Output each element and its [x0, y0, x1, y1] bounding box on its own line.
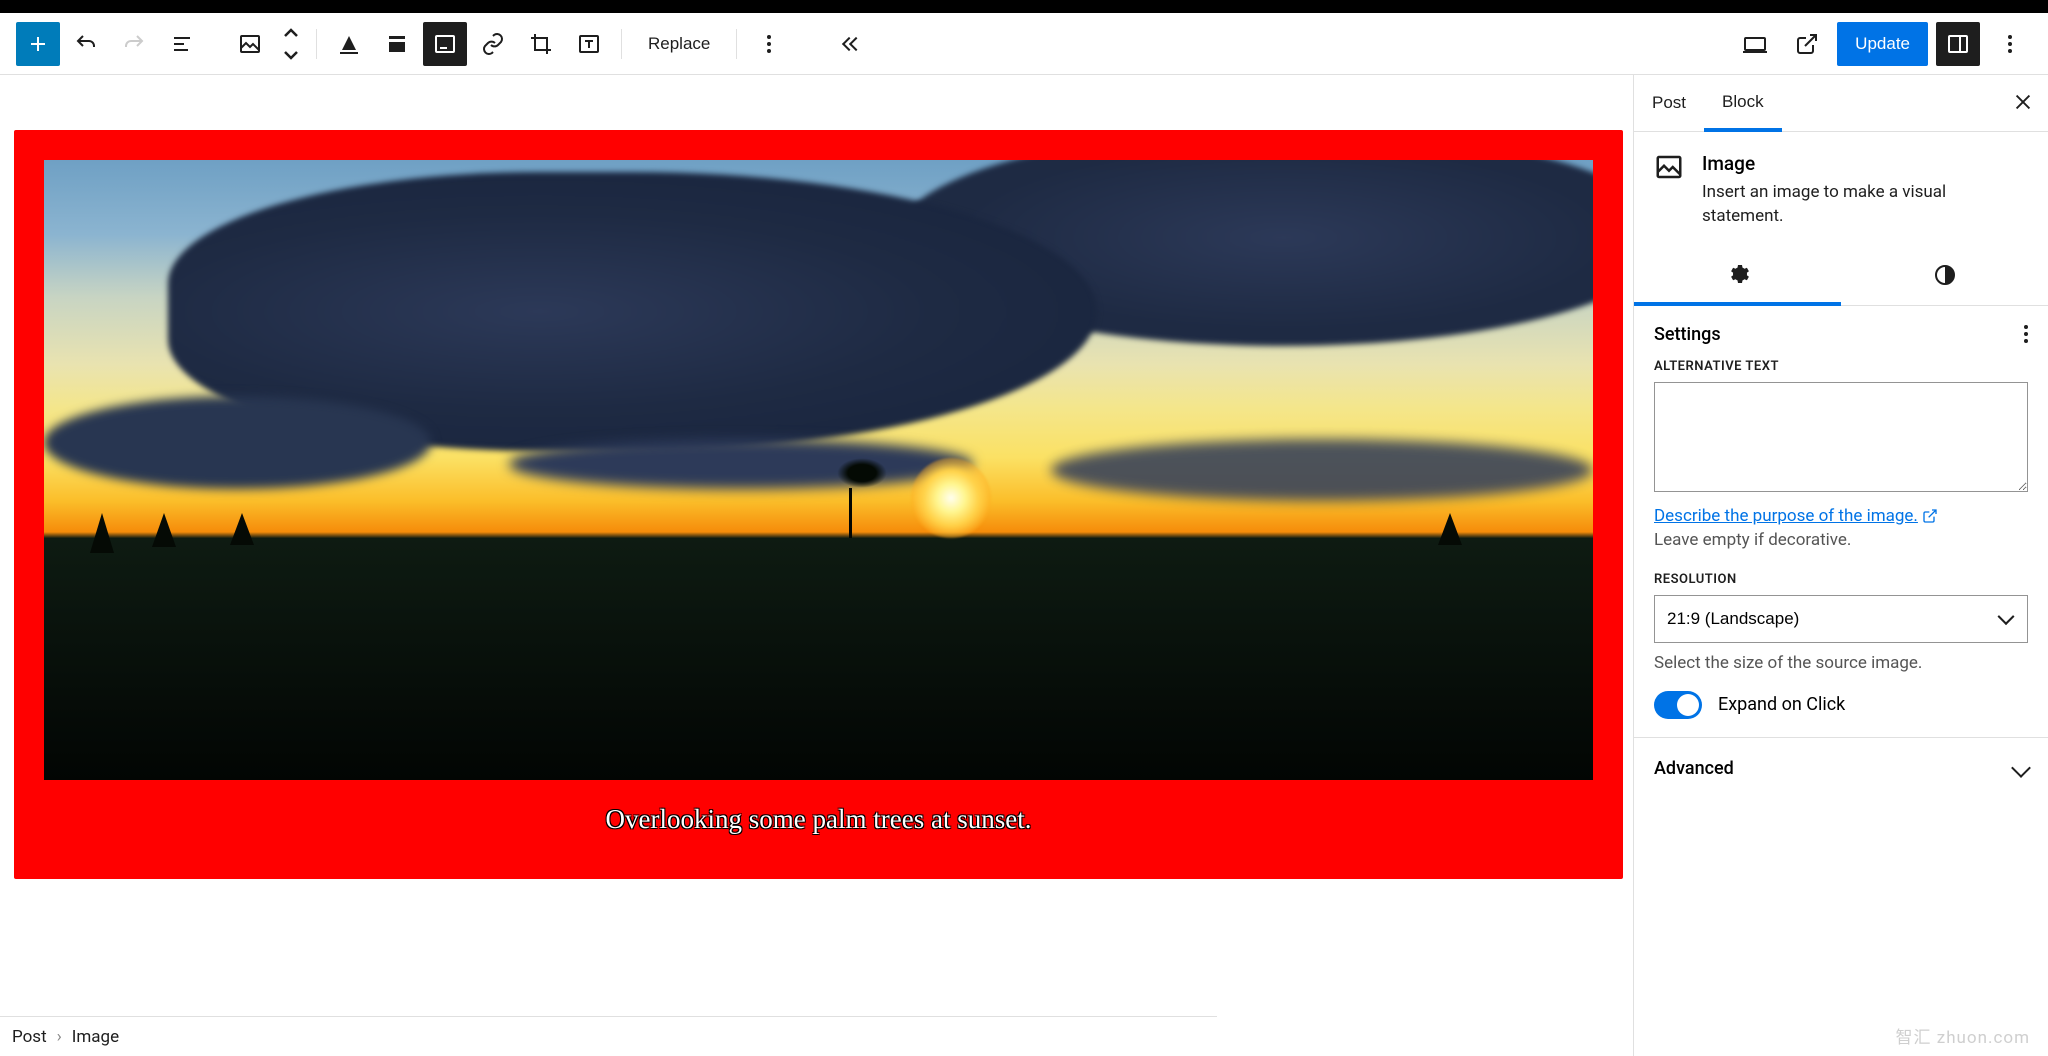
editor-canvas: Overlooking some palm trees at sunset. P… — [0, 75, 1633, 1056]
collapse-toolbar-button[interactable] — [829, 22, 873, 66]
chevron-down-icon — [2011, 758, 2031, 778]
redo-button[interactable] — [112, 22, 156, 66]
settings-heading: Settings — [1654, 324, 1721, 345]
breadcrumb-root[interactable]: Post — [12, 1027, 47, 1047]
breadcrumb-separator-icon: › — [57, 1027, 62, 1047]
close-sidebar-button[interactable] — [2012, 91, 2034, 116]
breadcrumb-leaf[interactable]: Image — [72, 1027, 119, 1047]
image-block-icon — [1654, 152, 1684, 182]
expand-on-click-label: Expand on Click — [1718, 694, 1845, 715]
block-options-button[interactable] — [747, 22, 791, 66]
add-block-button[interactable] — [16, 22, 60, 66]
undo-button[interactable] — [64, 22, 108, 66]
text-overlay-button[interactable] — [567, 22, 611, 66]
breadcrumb: Post › Image — [0, 1016, 1217, 1056]
alt-text-hint: Leave empty if decorative. — [1654, 530, 2028, 550]
contrast-icon — [1933, 263, 1957, 290]
block-type-image-button[interactable] — [228, 22, 272, 66]
crop-button[interactable] — [519, 22, 563, 66]
external-link-icon — [1922, 508, 1938, 524]
expand-on-click-toggle[interactable] — [1654, 691, 1702, 719]
alt-text-label: Alternative Text — [1654, 359, 2028, 374]
view-button[interactable] — [1733, 22, 1777, 66]
resolution-select[interactable]: 21:9 (Landscape) — [1654, 595, 2028, 643]
resolution-hint: Select the size of the source image. — [1654, 653, 2028, 673]
block-description: Insert an image to make a visual stateme… — [1702, 181, 2028, 229]
image-preview — [44, 160, 1593, 780]
resolution-label: Resolution — [1654, 572, 2028, 587]
alt-text-help-link[interactable]: Describe the purpose of the image. — [1654, 506, 1938, 526]
align-button[interactable] — [327, 22, 371, 66]
styles-subtab[interactable] — [1841, 249, 2048, 305]
settings-subtab[interactable] — [1634, 249, 1841, 306]
replace-button[interactable]: Replace — [632, 22, 726, 66]
move-up-button[interactable] — [276, 22, 306, 44]
advanced-panel-toggle[interactable]: Advanced — [1634, 737, 2048, 799]
move-down-button[interactable] — [276, 44, 306, 66]
top-toolbar: Replace Update — [0, 13, 2048, 75]
preview-external-button[interactable] — [1785, 22, 1829, 66]
caption-position-button[interactable] — [375, 22, 419, 66]
insert-link-button[interactable] — [471, 22, 515, 66]
settings-panel-toggle[interactable] — [1936, 22, 1980, 66]
image-caption[interactable]: Overlooking some palm trees at sunset. — [44, 780, 1593, 849]
document-overview-button[interactable] — [160, 22, 204, 66]
tab-block[interactable]: Block — [1704, 75, 1782, 132]
image-block[interactable]: Overlooking some palm trees at sunset. — [14, 130, 1623, 879]
alt-text-input[interactable] — [1654, 382, 2028, 492]
settings-more-button[interactable] — [2024, 325, 2028, 343]
gear-icon — [1726, 262, 1750, 289]
more-options-button[interactable] — [1988, 22, 2032, 66]
tab-post[interactable]: Post — [1634, 75, 1704, 131]
settings-sidebar: Post Block Image Insert an image to make… — [1633, 75, 2048, 1056]
update-button[interactable]: Update — [1837, 22, 1928, 66]
caption-toggle-button[interactable] — [423, 22, 467, 66]
block-title: Image — [1702, 152, 2028, 175]
watermark: 智汇 zhuon.com — [1896, 1023, 2030, 1048]
